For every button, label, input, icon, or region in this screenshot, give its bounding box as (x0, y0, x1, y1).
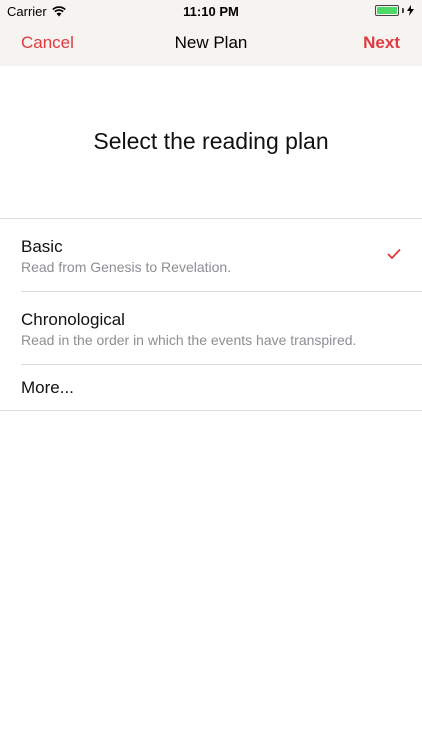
more-label: More... (21, 378, 74, 397)
status-bar: Carrier 11:10 PM (0, 0, 422, 22)
battery-cap (402, 8, 404, 13)
plan-title: Basic (21, 237, 63, 256)
next-button[interactable]: Next (363, 33, 400, 53)
nav-title: New Plan (174, 33, 248, 52)
charging-bolt-icon (407, 5, 414, 16)
battery-indicator (375, 5, 414, 16)
plan-row-basic[interactable]: Basic Read from Genesis to Revelation. (21, 219, 422, 292)
plan-list: Basic Read from Genesis to Revelation. C… (0, 218, 422, 411)
navigation-bar: Cancel New Plan Next (0, 22, 422, 66)
battery-level (377, 7, 397, 14)
plan-title: Chronological (21, 310, 125, 329)
checkmark-icon (387, 249, 401, 259)
plan-row-chronological[interactable]: Chronological Read in the order in which… (21, 292, 422, 365)
top-bar: Carrier 11:10 PM Cancel New Plan Next (0, 0, 422, 66)
more-row[interactable]: More... (0, 365, 422, 411)
plan-subtitle: Read in the order in which the events ha… (21, 332, 357, 348)
status-time: 11:10 PM (183, 4, 239, 19)
plan-subtitle: Read from Genesis to Revelation. (21, 259, 232, 275)
page-heading: Select the reading plan (93, 128, 329, 154)
battery-icon (375, 5, 399, 16)
